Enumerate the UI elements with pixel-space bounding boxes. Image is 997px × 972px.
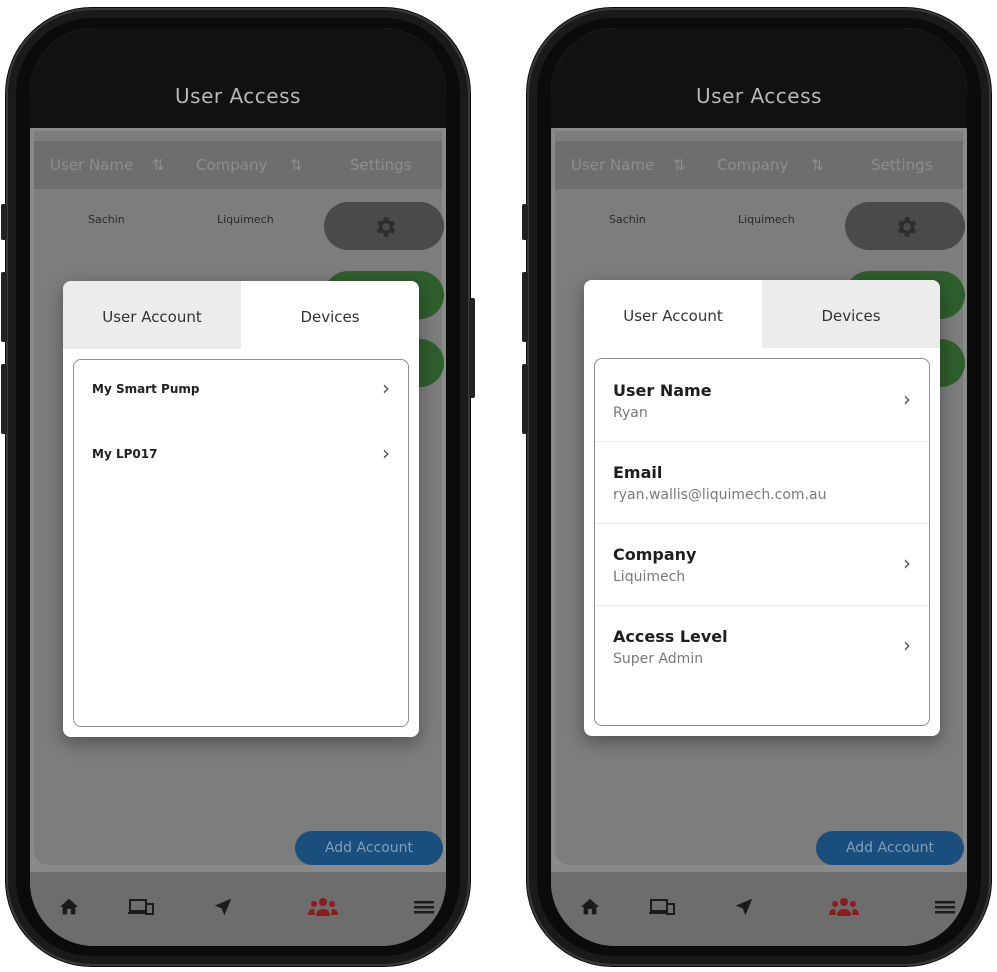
chevron-right-icon: › xyxy=(903,633,911,657)
list-item[interactable]: My LP017 › xyxy=(92,435,390,475)
sort-icon[interactable]: ⇅ xyxy=(811,156,824,174)
field-value: ryan.wallis@liquimech.com.au xyxy=(613,487,827,503)
app-header: User Access xyxy=(551,28,967,128)
column-header: User Name ⇅ Company ⇅ Settings xyxy=(555,141,963,189)
sort-icon[interactable]: ⇅ xyxy=(290,156,303,174)
column-settings: Settings xyxy=(350,156,412,174)
field-value: Ryan xyxy=(613,405,648,421)
gear-icon xyxy=(897,217,917,237)
account-field-email: Email ryan.wallis@liquimech.com.au xyxy=(595,441,929,524)
settings-button[interactable] xyxy=(845,202,965,250)
column-header: User Name ⇅ Company ⇅ Settings xyxy=(34,141,442,189)
device-label: My LP017 xyxy=(92,447,158,461)
row-user-name: Sachin xyxy=(88,213,125,226)
screen-devices-tab: User Access User Name ⇅ Company ⇅ Settin… xyxy=(30,28,446,946)
side-button xyxy=(1,364,7,434)
page-title: User Access xyxy=(696,84,822,108)
add-account-button[interactable]: Add Account xyxy=(816,831,964,865)
column-company[interactable]: Company xyxy=(196,156,267,174)
location-arrow-icon[interactable] xyxy=(733,896,755,918)
user-modal: User Account Devices My Smart Pump › My … xyxy=(63,281,419,737)
sort-icon[interactable]: ⇅ xyxy=(152,156,165,174)
side-button xyxy=(469,298,475,398)
devices-icon[interactable] xyxy=(649,896,675,918)
account-field-company[interactable]: Company Liquimech › xyxy=(595,523,929,606)
field-label: Company xyxy=(613,545,697,564)
chevron-right-icon: › xyxy=(903,387,911,411)
user-modal: User Account Devices User Name Ryan › Em… xyxy=(584,280,940,736)
page-title: User Access xyxy=(175,84,301,108)
field-value: Liquimech xyxy=(613,569,686,585)
phone-frame-left: User Access User Name ⇅ Company ⇅ Settin… xyxy=(1,8,475,966)
menu-icon[interactable] xyxy=(933,896,957,918)
menu-icon[interactable] xyxy=(412,896,436,918)
row-user-name: Sachin xyxy=(609,213,646,226)
account-field-user-name[interactable]: User Name Ryan › xyxy=(595,359,929,442)
home-icon[interactable] xyxy=(579,896,601,918)
field-value: Super Admin xyxy=(613,651,704,667)
tab-user-account[interactable]: User Account xyxy=(63,281,241,349)
row-company: Liquimech xyxy=(217,213,274,226)
devices-icon[interactable] xyxy=(128,896,154,918)
chevron-right-icon: › xyxy=(382,441,390,465)
home-icon[interactable] xyxy=(58,896,80,918)
list-item[interactable]: My Smart Pump › xyxy=(92,370,390,410)
app-header: User Access xyxy=(30,28,446,128)
sort-icon[interactable]: ⇅ xyxy=(673,156,686,174)
side-button xyxy=(522,272,528,342)
users-icon[interactable] xyxy=(308,896,338,918)
devices-list: My Smart Pump › My LP017 › xyxy=(73,359,409,727)
location-arrow-icon[interactable] xyxy=(212,896,234,918)
add-account-button[interactable]: Add Account xyxy=(295,831,443,865)
field-label: Access Level xyxy=(613,627,728,646)
column-company[interactable]: Company xyxy=(717,156,788,174)
device-label: My Smart Pump xyxy=(92,382,200,396)
account-field-access-level[interactable]: Access Level Super Admin › xyxy=(595,605,929,687)
field-label: Email xyxy=(613,463,663,482)
bottom-nav xyxy=(551,872,967,946)
bottom-nav xyxy=(30,872,446,946)
phone-frame-right: User Access User Name ⇅ Company ⇅ Settin… xyxy=(522,8,991,966)
column-user-name[interactable]: User Name xyxy=(571,156,654,174)
side-button xyxy=(1,204,7,240)
side-button xyxy=(522,204,528,240)
account-details-list: User Name Ryan › Email ryan.wallis@liqui… xyxy=(594,358,930,726)
tab-user-account[interactable]: User Account xyxy=(584,280,762,348)
side-button xyxy=(1,272,7,342)
tab-devices[interactable]: Devices xyxy=(762,280,940,348)
gear-icon xyxy=(376,217,396,237)
column-settings: Settings xyxy=(871,156,933,174)
tab-devices[interactable]: Devices xyxy=(241,281,419,349)
chevron-right-icon: › xyxy=(903,551,911,575)
users-icon[interactable] xyxy=(829,896,859,918)
screen-user-account-tab: User Access User Name ⇅ Company ⇅ Settin… xyxy=(551,28,967,946)
field-label: User Name xyxy=(613,381,712,400)
settings-button[interactable] xyxy=(324,202,444,250)
chevron-right-icon: › xyxy=(382,376,390,400)
side-button xyxy=(522,364,528,434)
column-user-name[interactable]: User Name xyxy=(50,156,133,174)
row-company: Liquimech xyxy=(738,213,795,226)
